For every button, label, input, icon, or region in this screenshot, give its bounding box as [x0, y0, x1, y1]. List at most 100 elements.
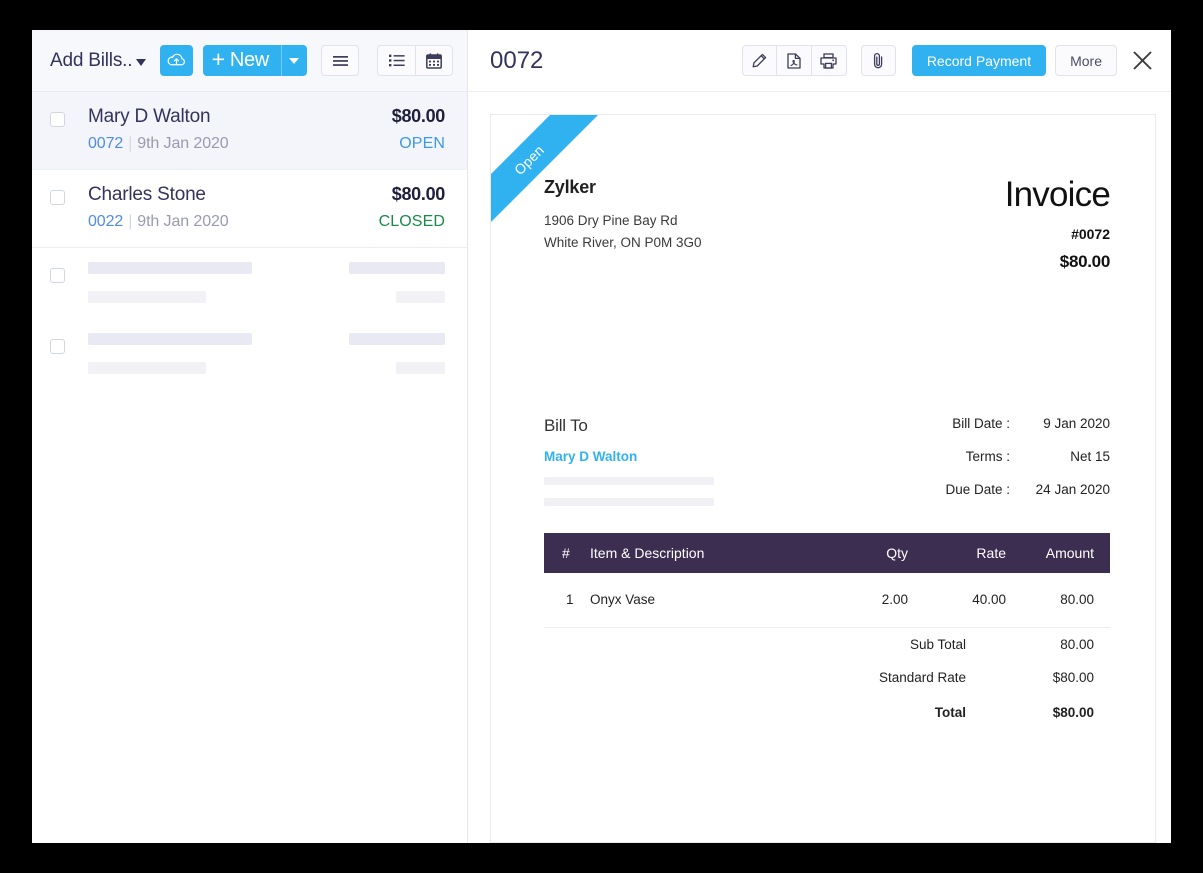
- bill-to-label: Bill To: [544, 416, 588, 435]
- pencil-icon: [751, 53, 767, 69]
- placeholder-content: [88, 262, 445, 303]
- meta-value: 24 Jan 2020: [1035, 482, 1110, 497]
- new-bill-control: + New: [202, 45, 307, 76]
- address-line-1: 1906 Dry Pine Bay Rd: [544, 213, 678, 228]
- bills-list: Mary D Walton $80.00 0072 | 9th Jan 2020 OPEN…: [32, 92, 467, 843]
- placeholder-bar: [88, 333, 252, 345]
- record-payment-button[interactable]: Record Payment: [911, 45, 1047, 76]
- placeholder-bar: [349, 262, 445, 274]
- total-value: $80.00: [1052, 670, 1094, 685]
- totals-row: Standard Rate $80.00: [544, 661, 1110, 694]
- placeholder-bar: [88, 291, 206, 303]
- totals-row: Sub Total 80.00: [544, 628, 1110, 661]
- attach-button[interactable]: [860, 45, 896, 76]
- total-value: $80.00: [1052, 705, 1094, 720]
- bill-detail-pane: 0072 Record Payment More Open Zylker 190…: [468, 30, 1171, 843]
- meta-value: Net 15: [1070, 449, 1110, 464]
- bill-list-row[interactable]: Mary D Walton $80.00 0072 | 9th Jan 2020 OPEN: [32, 92, 467, 170]
- list-calendar-group: [377, 45, 453, 76]
- row-separator: |: [128, 213, 133, 230]
- line-items-header-row: # Item & Description Qty Rate Amount: [544, 533, 1110, 573]
- new-dropdown-button[interactable]: [280, 45, 307, 76]
- close-button[interactable]: [1129, 48, 1155, 74]
- chevron-down-icon: [289, 57, 300, 64]
- bill-to-name[interactable]: Mary D Walton: [544, 449, 714, 464]
- add-bills-dropdown[interactable]: Add Bills..: [50, 49, 147, 72]
- row-separator: |: [128, 135, 133, 152]
- row-meta: 0022 | 9th Jan 2020: [88, 213, 229, 231]
- total-value: 80.00: [1060, 637, 1094, 652]
- invoice-parties: Bill To Mary D Walton Bill Date : 9 Jan 2…: [544, 416, 1110, 515]
- cell-amount: 80.00: [1006, 573, 1110, 628]
- bill-to-address-placeholder: [544, 498, 714, 506]
- more-button[interactable]: More: [1055, 45, 1117, 76]
- row-content: Mary D Walton $80.00 0072 | 9th Jan 2020 OPEN: [88, 106, 445, 153]
- placeholder-bar: [349, 333, 445, 345]
- meta-value: 9 Jan 2020: [1043, 416, 1110, 431]
- totals-row: Total $80.00: [544, 694, 1110, 729]
- more-label: More: [1070, 52, 1102, 69]
- edit-button[interactable]: [741, 45, 777, 76]
- record-payment-label: Record Payment: [926, 52, 1032, 69]
- total-label: Total: [934, 705, 966, 720]
- invoice-preview-card: Open Zylker 1906 Dry Pine Bay Rd White R…: [490, 114, 1156, 843]
- cell-description: Onyx Vase: [590, 573, 816, 628]
- row-content: Charles Stone $80.00 0022 | 9th Jan 2020 CLOS…: [88, 184, 445, 231]
- placeholder-bar: [396, 362, 445, 374]
- organization-block: Zylker 1906 Dry Pine Bay Rd White River,…: [544, 177, 702, 272]
- totals-table: Sub Total 80.00 Standard Rate $80.00 Total $8…: [544, 628, 1110, 729]
- add-bills-label: Add Bills..: [50, 49, 133, 71]
- invoice-meta-row: Bill Date : 9 Jan 2020: [945, 416, 1110, 449]
- row-checkbox[interactable]: [50, 112, 65, 127]
- detail-actions: Record Payment More: [741, 45, 1157, 76]
- organization-address: 1906 Dry Pine Bay Rd White River, ON P0M…: [544, 210, 702, 253]
- bill-to-address-placeholder: [544, 477, 714, 485]
- plus-icon: +: [211, 46, 225, 72]
- import-bills-button[interactable]: [160, 45, 193, 76]
- row-vendor-name: Charles Stone: [88, 184, 206, 205]
- new-button[interactable]: + New: [202, 45, 281, 76]
- bills-list-pane: Add Bills.. + New Mary D Walton $80.00 0…: [32, 30, 468, 843]
- document-amount: $80.00: [1059, 252, 1111, 271]
- line-items-table: # Item & Description Qty Rate Amount 1 On…: [544, 533, 1110, 628]
- new-button-label: New: [229, 49, 269, 71]
- page-title: 0072: [490, 46, 544, 74]
- meta-key: Due Date :: [945, 482, 1010, 497]
- row-checkbox[interactable]: [50, 339, 65, 354]
- row-checkbox[interactable]: [50, 268, 65, 283]
- view-compact-button[interactable]: [321, 45, 359, 76]
- row-vendor-name: Mary D Walton: [88, 106, 211, 127]
- status-badge: CLOSED: [378, 213, 445, 230]
- view-mode-group: [321, 45, 359, 76]
- print-button[interactable]: [811, 45, 847, 76]
- row-bill-number: 0072: [88, 135, 124, 152]
- column-amount: Amount: [1006, 533, 1110, 573]
- pdf-button[interactable]: [776, 45, 812, 76]
- app-window: Add Bills.. + New Mary D Walton $80.00 0…: [32, 30, 1171, 843]
- row-bill-number: 0022: [88, 213, 124, 230]
- detail-body: Open Zylker 1906 Dry Pine Bay Rd White R…: [468, 92, 1171, 843]
- table-row: 1 Onyx Vase 2.00 40.00 80.00: [544, 573, 1110, 628]
- row-amount: $80.00: [391, 184, 446, 204]
- calendar-icon: [426, 52, 442, 69]
- close-icon: [1132, 50, 1153, 71]
- placeholder-bar: [396, 291, 445, 303]
- row-checkbox[interactable]: [50, 190, 65, 205]
- column-rate: Rate: [908, 533, 1006, 573]
- sidebar-toolbar: Add Bills.. + New: [32, 30, 467, 92]
- invoice-meta-row: Terms : Net 15: [945, 449, 1110, 482]
- total-label: Standard Rate: [878, 670, 966, 685]
- bill-to-block: Bill To Mary D Walton: [544, 416, 714, 515]
- detail-header: 0072 Record Payment More: [468, 30, 1171, 92]
- view-calendar-button[interactable]: [415, 45, 453, 76]
- chevron-down-icon: [136, 59, 147, 66]
- meta-key: Terms :: [965, 449, 1010, 464]
- placeholder-bar: [88, 362, 206, 374]
- invoice-header: Zylker 1906 Dry Pine Bay Rd White River,…: [544, 177, 1111, 272]
- view-detail-button[interactable]: [377, 45, 415, 76]
- row-meta: 0072 | 9th Jan 2020: [88, 135, 229, 153]
- invoice-meta-table: Bill Date : 9 Jan 2020 Terms : Net 15 Due Da…: [945, 416, 1110, 515]
- bill-list-row[interactable]: Charles Stone $80.00 0022 | 9th Jan 2020 CLOS…: [32, 170, 467, 248]
- column-description: Item & Description: [590, 533, 816, 573]
- bill-list-row-placeholder: [32, 319, 467, 390]
